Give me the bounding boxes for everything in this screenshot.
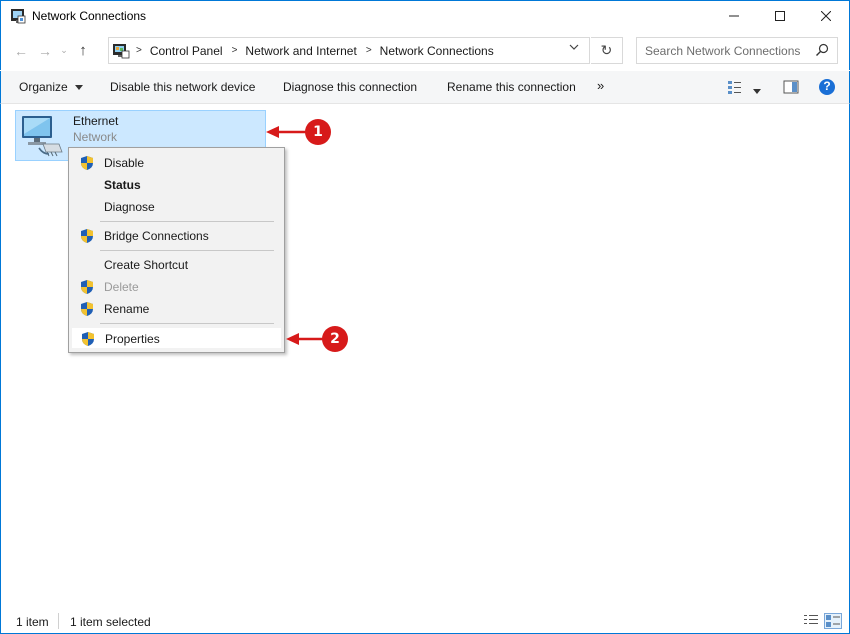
menu-item-label: Bridge Connections xyxy=(104,229,209,243)
menu-item-label: Status xyxy=(104,178,141,192)
menu-item-label: Diagnose xyxy=(104,200,155,214)
help-glyph: ? xyxy=(823,79,831,93)
uac-shield-icon xyxy=(80,279,94,295)
item-count: 1 item xyxy=(16,615,49,629)
navigation-bar: ← → ⌄ ↑ > Control Panel > Network and In… xyxy=(0,31,850,70)
forward-arrow-icon: → xyxy=(38,42,52,59)
back-button[interactable]: ← xyxy=(9,39,33,63)
context-menu: Disable Status Diagnose Bridge Connectio… xyxy=(68,147,285,353)
close-button[interactable] xyxy=(803,1,849,31)
network-connections-app-icon xyxy=(10,8,26,24)
maximize-button[interactable] xyxy=(757,1,803,31)
breadcrumb-separator[interactable]: > xyxy=(136,45,142,56)
help-button[interactable]: ? xyxy=(818,78,836,99)
organize-label: Organize xyxy=(19,80,68,94)
uac-shield-icon xyxy=(80,301,94,317)
disable-device-button[interactable]: Disable this network device xyxy=(110,80,255,94)
search-input[interactable]: Search Network Connections xyxy=(636,37,838,64)
recent-locations-button[interactable]: ⌄ xyxy=(57,39,71,63)
uac-shield-icon xyxy=(81,331,95,347)
refresh-icon: ↻ xyxy=(600,42,613,58)
menu-item-bridge-connections[interactable]: Bridge Connections xyxy=(71,225,282,247)
menu-item-diagnose[interactable]: Diagnose xyxy=(71,196,282,218)
search-icon xyxy=(815,43,829,60)
menu-item-label: Properties xyxy=(105,332,160,346)
preview-pane-icon xyxy=(783,80,799,94)
menu-item-delete[interactable]: Delete xyxy=(71,276,282,298)
window-title: Network Connections xyxy=(32,9,147,23)
breadcrumb-separator[interactable]: > xyxy=(232,45,238,56)
details-view-icon xyxy=(728,81,741,94)
menu-separator xyxy=(100,250,274,251)
large-icons-view-toggle[interactable] xyxy=(824,613,842,629)
search-placeholder: Search Network Connections xyxy=(645,43,801,58)
menu-separator xyxy=(100,221,274,222)
up-button[interactable]: ↑ xyxy=(71,39,95,63)
preview-pane-button[interactable] xyxy=(783,79,799,98)
menu-item-label: Rename xyxy=(104,302,150,316)
uac-shield-icon xyxy=(80,228,94,244)
change-view-button[interactable] xyxy=(727,79,743,98)
address-bar[interactable]: > Control Panel > Network and Internet >… xyxy=(108,37,590,64)
menu-item-rename[interactable]: Rename xyxy=(71,298,282,320)
refresh-button[interactable]: ↻ xyxy=(591,37,623,64)
forward-button[interactable]: → xyxy=(33,39,57,63)
menu-item-label: Disable xyxy=(104,156,145,170)
ethernet-adapter-icon xyxy=(19,114,65,158)
status-separator xyxy=(58,613,59,629)
close-icon xyxy=(821,11,831,21)
command-bar: Organize Disable this network device Dia… xyxy=(0,71,850,104)
annotation-badge-2: 2 xyxy=(322,326,348,352)
tiles-view-icon xyxy=(826,615,840,627)
breadcrumb-network-connections[interactable]: Network Connections xyxy=(380,44,494,58)
selected-count: 1 item selected xyxy=(70,615,151,629)
caret-down-icon xyxy=(75,85,84,90)
organize-button[interactable]: Organize xyxy=(19,80,84,94)
maximize-icon xyxy=(775,11,785,21)
caret-down-icon xyxy=(753,89,761,94)
rename-connection-button[interactable]: Rename this connection xyxy=(447,80,576,94)
menu-item-status[interactable]: Status xyxy=(71,174,282,196)
menu-item-create-shortcut[interactable]: Create Shortcut xyxy=(71,254,282,276)
details-view-icon xyxy=(804,615,818,624)
breadcrumb-control-panel[interactable]: Control Panel xyxy=(150,44,223,58)
breadcrumb-network-and-internet[interactable]: Network and Internet xyxy=(245,44,356,58)
minimize-button[interactable] xyxy=(711,1,757,31)
address-dropdown-icon[interactable] xyxy=(569,42,579,55)
menu-item-label: Create Shortcut xyxy=(104,258,189,272)
details-view-toggle[interactable] xyxy=(803,613,819,630)
diagnose-connection-button[interactable]: Diagnose this connection xyxy=(283,80,417,94)
item-status: Network xyxy=(73,130,118,144)
status-bar: 1 item 1 item selected xyxy=(0,608,850,634)
minimize-icon xyxy=(729,15,739,17)
menu-separator xyxy=(100,323,274,324)
more-commands-button[interactable]: » xyxy=(597,78,604,93)
control-panel-icon xyxy=(112,42,130,60)
back-arrow-icon: ← xyxy=(14,42,28,59)
item-name: Ethernet xyxy=(73,114,119,128)
annotation-badge-1: 1 xyxy=(305,119,331,145)
chevron-down-icon: ⌄ xyxy=(60,45,68,55)
breadcrumb-separator[interactable]: > xyxy=(366,45,372,56)
menu-item-properties[interactable]: Properties xyxy=(71,327,282,349)
uac-shield-icon xyxy=(80,155,94,171)
up-arrow-icon: ↑ xyxy=(79,42,87,59)
view-options-dropdown[interactable] xyxy=(753,84,761,98)
menu-item-disable[interactable]: Disable xyxy=(71,152,282,174)
menu-item-label: Delete xyxy=(104,280,139,294)
title-bar: Network Connections xyxy=(0,0,850,31)
